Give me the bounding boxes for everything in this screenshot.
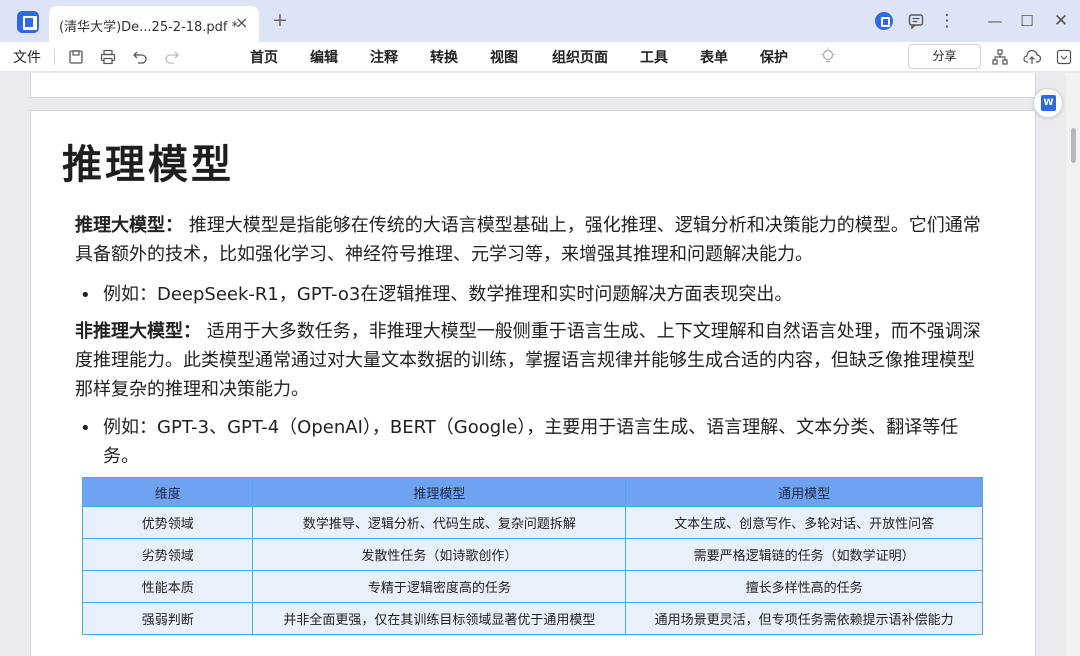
menu-tools[interactable]: 工具: [640, 47, 668, 67]
menu-organize-pages[interactable]: 组织页面: [552, 47, 608, 67]
table-header-row: 维度 推理模型 通用模型: [81, 477, 983, 507]
title-bar: (清华大学)De...25-2-18.pdf * × + ⋮ — ☐ ✕: [0, 0, 1080, 42]
table-cell: 擅长多样性高的任务: [625, 570, 983, 603]
app-logo-icon[interactable]: [17, 11, 39, 33]
table-row: 强弱判断 并非全面更强，仅在其训练目标领域显著优于通用模型 通用场景更灵活，但专…: [81, 602, 983, 635]
cloud-upload-icon[interactable]: [1022, 47, 1042, 69]
vertical-scrollbar[interactable]: [1066, 73, 1080, 656]
file-menu[interactable]: 文件: [13, 47, 41, 67]
menu-home[interactable]: 首页: [250, 47, 278, 67]
tab-title: (清华大学)De...25-2-18.pdf *: [59, 20, 239, 35]
tab-close-icon[interactable]: ×: [235, 13, 248, 32]
paragraph-non-reasoning-model: 非推理大模型： 适用于大多数任务，非推理大模型一般侧重于语言生成、上下文理解和自…: [75, 317, 987, 404]
bullet-icon: •: [80, 285, 91, 306]
menu-forms[interactable]: 表单: [700, 47, 728, 67]
table-cell: 通用场景更灵活，但专项任务需依赖提示语补偿能力: [625, 602, 983, 635]
table-cell: 发散性任务（如诗歌创作）: [252, 538, 627, 571]
menu-edit[interactable]: 编辑: [310, 47, 338, 67]
column-header: 推理模型: [252, 477, 627, 507]
table-row: 性能本质 专精于逻辑密度高的任务 擅长多样性高的任务: [81, 570, 983, 603]
scrollbar-thumb[interactable]: [1071, 128, 1076, 163]
bullet-example-1: 例如：DeepSeek-R1，GPT-o3在逻辑推理、数学推理和实时问题解决方面…: [103, 284, 793, 305]
column-header: 通用模型: [625, 477, 983, 507]
table-cell: 需要严格逻辑链的任务（如数学证明）: [625, 538, 983, 571]
bullet-example-2: 例如：GPT-3、GPT-4（OpenAI），BERT（Google），主要用于…: [103, 417, 959, 467]
share-button[interactable]: 分享: [908, 44, 981, 69]
previous-page: [30, 73, 1036, 98]
flow-icon[interactable]: [990, 47, 1010, 69]
print-icon[interactable]: [98, 46, 118, 69]
table-cell: 文本生成、创意写作、多轮对话、开放性问答: [625, 506, 983, 539]
redo-icon[interactable]: [162, 46, 182, 69]
table-cell: 劣势领域: [81, 538, 254, 571]
menu-protect[interactable]: 保护: [760, 47, 788, 67]
menu-bar: 文件 首页 编辑 注释 转换 视图 组织页面 工具 表单 保护 分享: [0, 42, 1080, 72]
table-cell: 优势领域: [81, 506, 254, 539]
paragraph-reasoning-model: 推理大模型： 推理大模型是指能够在传统的大语言模型基础上，强化推理、逻辑分析和决…: [75, 211, 987, 269]
table-cell: 并非全面更强，仅在其训练目标领域显著优于通用模型: [252, 602, 627, 635]
menu-view[interactable]: 视图: [490, 47, 518, 67]
menu-convert[interactable]: 转换: [430, 47, 458, 67]
collapse-icon[interactable]: [1054, 47, 1074, 69]
table-cell: 数学推导、逻辑分析、代码生成、复杂问题拆解: [252, 506, 627, 539]
translate-icon[interactable]: W: [1033, 88, 1063, 118]
divider: [54, 49, 55, 65]
new-tab-icon[interactable]: +: [272, 9, 288, 31]
minimize-icon[interactable]: —: [983, 9, 1007, 33]
maximize-icon[interactable]: ☐: [1015, 9, 1039, 33]
comparison-table: 维度 推理模型 通用模型 优势领域 数学推导、逻辑分析、代码生成、复杂问题拆解 …: [81, 477, 983, 635]
page-heading: 推理模型: [62, 142, 234, 188]
bullet-icon: •: [80, 418, 91, 439]
paragraph-label: 非推理大模型：: [75, 321, 201, 342]
paragraph-text: 推理大模型是指能够在传统的大语言模型基础上，强化推理、逻辑分析和决策能力的模型。…: [75, 215, 981, 265]
table-row: 劣势领域 发散性任务（如诗歌创作） 需要严格逻辑链的任务（如数学证明）: [81, 538, 983, 571]
document-tab[interactable]: (清华大学)De...25-2-18.pdf * ×: [49, 6, 259, 42]
table-cell: 性能本质: [81, 570, 254, 603]
paragraph-text: 适用于大多数任务，非推理大模型一般侧重于语言生成、上下文理解和自然语言处理，而不…: [75, 321, 981, 400]
table-cell: 强弱判断: [81, 602, 254, 635]
table-row: 优势领域 数学推导、逻辑分析、代码生成、复杂问题拆解 文本生成、创意写作、多轮对…: [81, 506, 983, 539]
account-icon[interactable]: [872, 9, 896, 33]
more-icon[interactable]: ⋮: [935, 9, 959, 33]
feedback-icon[interactable]: [904, 9, 928, 33]
save-icon[interactable]: [66, 46, 86, 69]
close-icon[interactable]: ✕: [1049, 9, 1073, 33]
undo-icon[interactable]: [130, 46, 150, 69]
table-cell: 专精于逻辑密度高的任务: [252, 570, 627, 603]
paragraph-label: 推理大模型：: [75, 215, 183, 236]
column-header: 维度: [81, 477, 254, 507]
lightbulb-icon[interactable]: [820, 47, 836, 69]
menu-comment[interactable]: 注释: [370, 47, 398, 67]
